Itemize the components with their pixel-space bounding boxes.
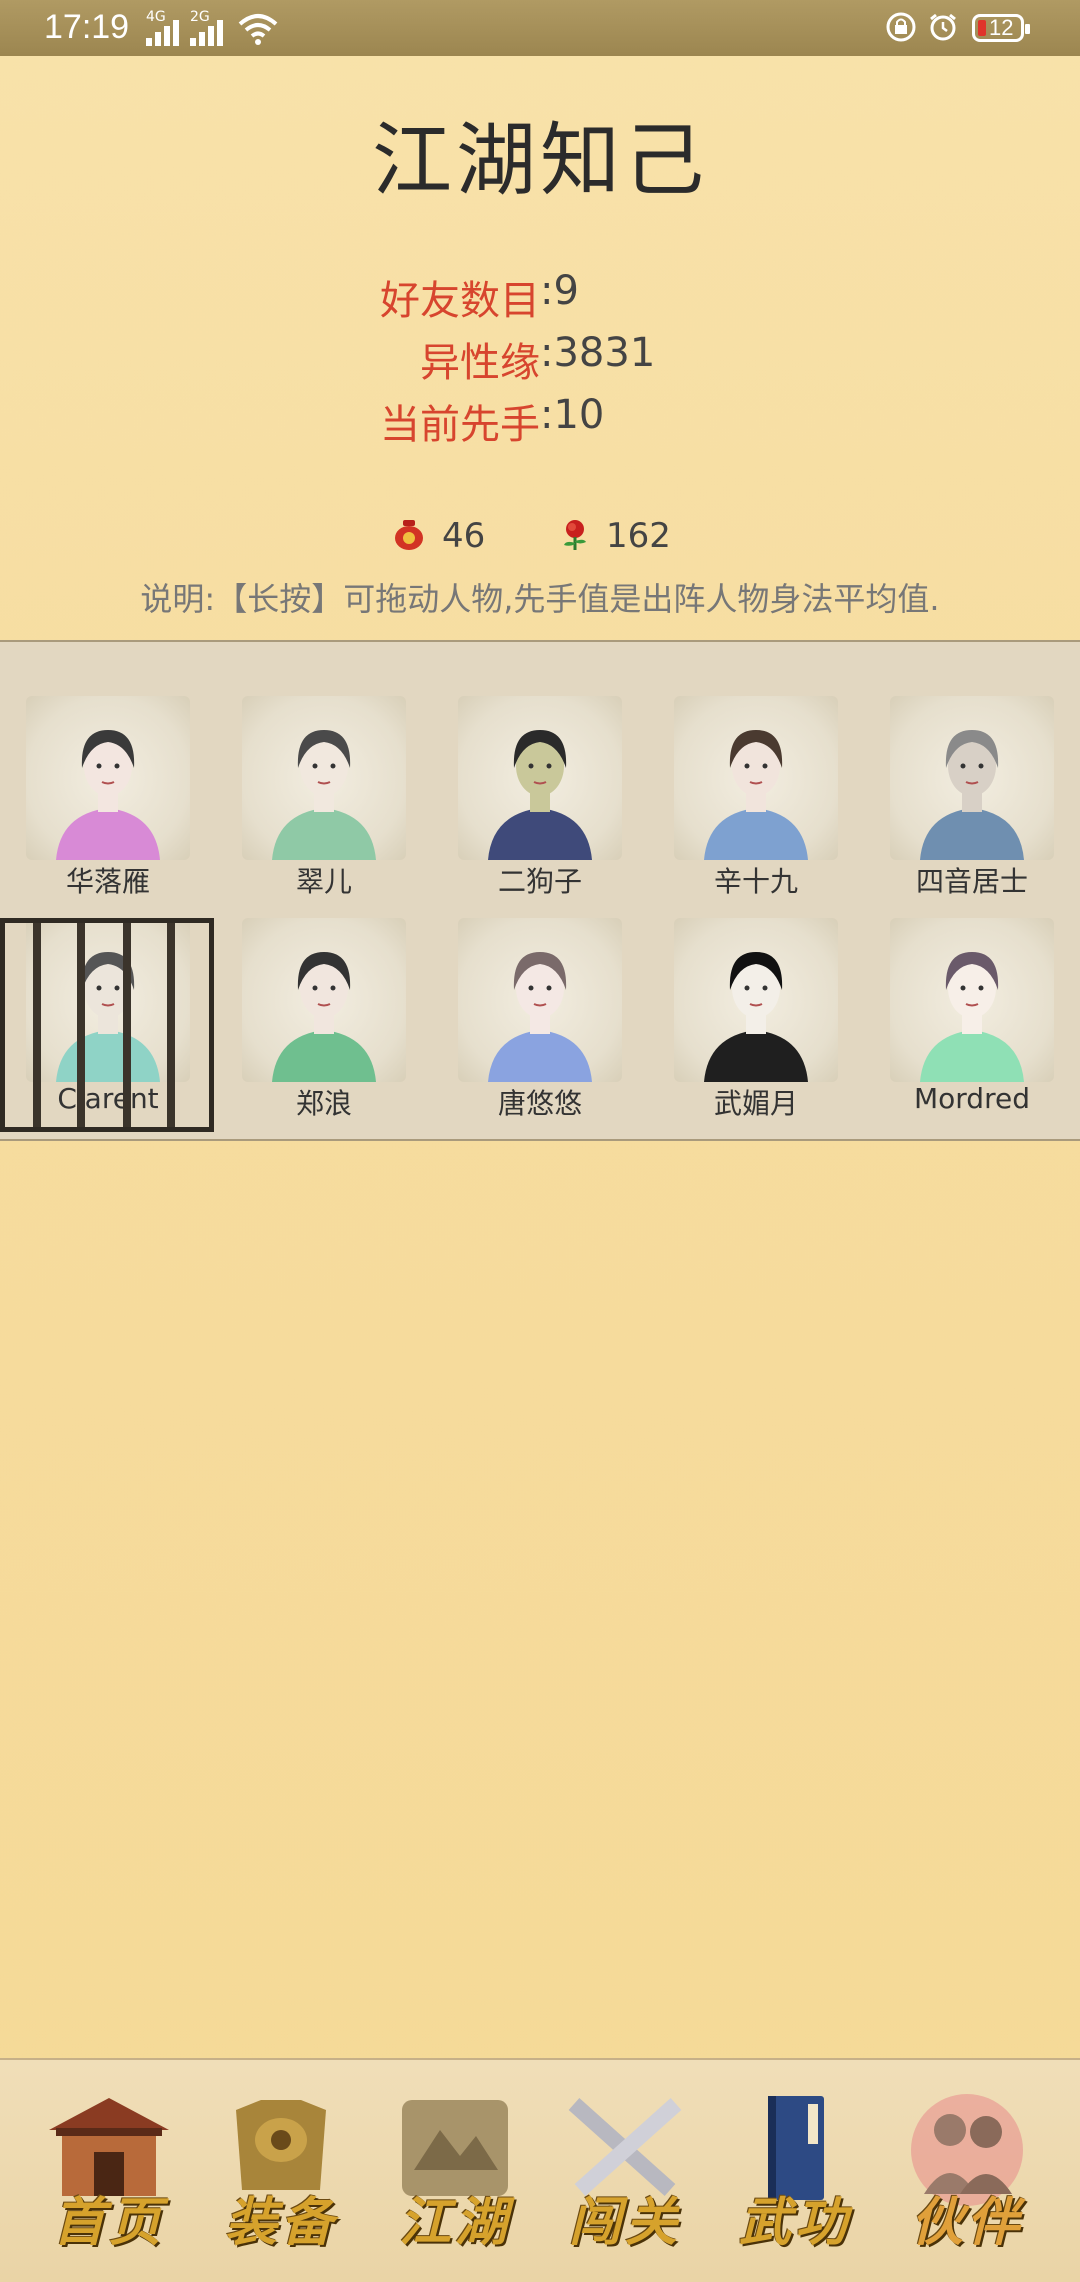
companion-portrait [458,696,622,860]
companion-card[interactable]: 二狗子 [432,640,648,898]
nav-label: 伙伴 [910,2192,1023,2253]
companion-card[interactable]: 武媚月 [648,868,864,1120]
companion-portrait [674,696,838,860]
page-title: 江湖知己 [372,114,708,207]
companion-portrait [458,918,622,1082]
locked-cage-overlay [0,918,214,1132]
companion-portrait [890,918,1054,1082]
alarm-icon [930,13,956,41]
resource-value: 46 [442,516,486,556]
status-bar: 17:19 4G 2G 12 [0,0,1080,56]
companion-card[interactable]: 辛十九 [648,640,864,898]
companion-name: 郑浪 [295,1087,352,1120]
stat-value: :10 [540,392,605,438]
stat-value: :9 [540,268,579,314]
nav-label: 江湖 [398,2192,511,2253]
stat-value: :3831 [540,330,656,376]
nav-label: 首页 [52,2192,165,2253]
stat-label: 当前先手 [380,402,540,448]
lock-icon [886,12,916,42]
resource-rose: 162 [558,512,678,568]
companion-name: 武媚月 [713,1087,798,1120]
companion-card[interactable]: 华落雁 [0,640,216,898]
nav-label: 武功 [738,2192,851,2253]
battery-level: 12 [989,15,1014,40]
companion-card[interactable]: Mordred [864,868,1080,1115]
nav-jianghu[interactable]: 江湖 [380,2090,530,2260]
nav-label: 装备 [224,2192,337,2253]
companion-portrait [890,696,1054,860]
nav-challenge[interactable]: 闯关 [550,2090,700,2260]
companion-portrait [26,696,190,860]
resource-value: 162 [606,516,671,556]
resource-wine: 46 [392,512,492,568]
stat-label: 好友数目 [380,278,540,324]
instruction-text: 说明:【长按】可拖动人物,先手值是出阵人物身法平均值. [140,580,940,618]
companion-portrait [242,696,406,860]
stat-initiative: 当前先手 :10 [0,392,1080,452]
companion-card[interactable]: 唐悠悠 [432,868,648,1120]
signal-icon [190,20,226,46]
companion-card[interactable]: 四音居士 [864,640,1080,898]
signal-icon [146,20,182,46]
companion-portrait [242,918,406,1082]
nav-home[interactable]: 首页 [34,2090,184,2260]
nav-equipment[interactable]: 装备 [206,2090,356,2260]
companion-name: Mordred [914,1082,1030,1115]
companion-card[interactable]: 郑浪 [216,868,432,1120]
nav-label: 闯关 [568,2192,681,2253]
nav-partners[interactable]: 伙伴 [892,2090,1042,2260]
bottom-navigation: 首页 装备 江湖 闯关 武功 伙伴 [0,2058,1080,2282]
companion-portrait [674,918,838,1082]
stat-label: 异性缘 [420,340,540,386]
companion-card[interactable]: 翠儿 [216,640,432,898]
nav-martial-arts[interactable]: 武功 [720,2090,870,2260]
companion-name: 唐悠悠 [497,1087,582,1120]
wine-jar-icon [395,520,423,550]
stat-friends: 好友数目 :9 [0,268,1080,328]
stat-affinity: 异性缘 :3831 [0,330,1080,390]
rose-icon [564,520,586,550]
status-time: 17:19 [44,8,130,46]
battery-icon: 12 [972,14,1030,42]
wifi-icon [238,14,278,45]
